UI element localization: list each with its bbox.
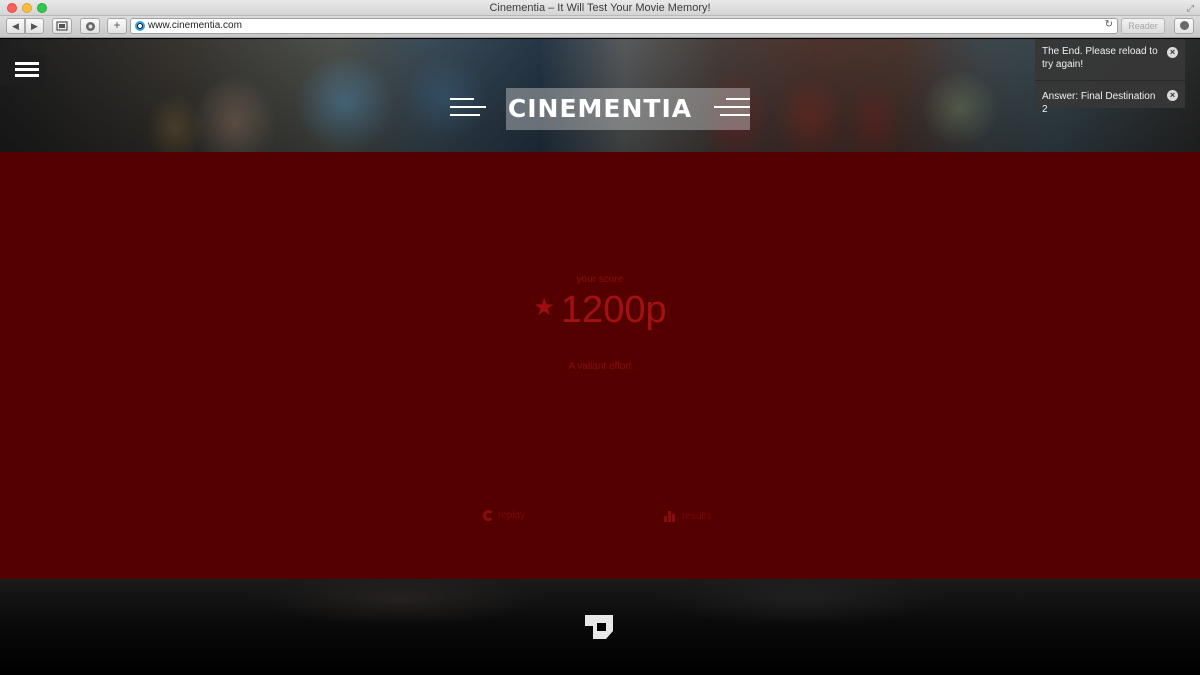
notification-text: The End. Please reload to try again! xyxy=(1042,46,1158,70)
forward-button[interactable]: ▶ xyxy=(25,18,44,34)
share-icon xyxy=(85,22,95,31)
url-text[interactable]: www.cinementia.com xyxy=(148,20,242,31)
results-label: results xyxy=(682,511,712,523)
score-panel: your score ★ 1200p A valiant effort repla… xyxy=(0,152,1200,579)
share-button[interactable] xyxy=(80,18,100,34)
score-line: ★ 1200p xyxy=(0,289,1200,332)
browser-toolbar: ◀ ▶ + www.cinementia.com ↻ Reader xyxy=(0,16,1200,38)
footer-logo-icon[interactable] xyxy=(584,614,614,640)
back-button[interactable]: ◀ xyxy=(6,18,25,34)
logo-lines-right xyxy=(710,94,750,122)
score-verdict: A valiant effort xyxy=(568,361,632,372)
tabs-icon xyxy=(56,21,68,31)
page-content: CINEMENTIA The End. Please reload to try… xyxy=(0,39,1200,675)
replay-icon xyxy=(483,510,494,521)
downloads-button[interactable] xyxy=(1174,18,1194,34)
reload-icon[interactable]: ↻ xyxy=(1105,19,1113,30)
score-value: 1200p xyxy=(560,289,667,331)
site-logo[interactable]: CINEMENTIA xyxy=(450,88,750,130)
notification-game-over: The End. Please reload to try again! × xyxy=(1035,39,1185,80)
window-titlebar: Cinementia – It Will Test Your Movie Mem… xyxy=(0,0,1200,16)
star-icon: ★ xyxy=(533,294,555,321)
new-tab-button[interactable]: + xyxy=(107,18,127,34)
replay-button[interactable]: replay xyxy=(483,510,525,521)
site-favicon-icon xyxy=(135,21,145,31)
show-tabs-button[interactable] xyxy=(52,18,72,34)
window-title: Cinementia – It Will Test Your Movie Mem… xyxy=(489,2,711,14)
page-footer xyxy=(0,579,1200,675)
notification-answer: Answer: Final Destination 2 × xyxy=(1035,80,1185,115)
close-icon[interactable]: × xyxy=(1167,90,1178,101)
replay-label: replay xyxy=(498,510,526,522)
hamburger-menu-icon xyxy=(15,62,39,65)
logo-lines-left xyxy=(450,94,490,122)
reader-button[interactable]: Reader xyxy=(1121,18,1165,34)
hamburger-menu-button[interactable] xyxy=(0,54,45,85)
score-label: your score xyxy=(576,274,624,285)
fullscreen-icon[interactable]: ⤢ xyxy=(1187,3,1194,14)
close-icon[interactable]: × xyxy=(1167,47,1178,58)
bar-chart-icon xyxy=(664,511,677,522)
address-bar[interactable]: www.cinementia.com ↻ xyxy=(130,18,1118,34)
results-button[interactable]: results xyxy=(664,511,711,522)
